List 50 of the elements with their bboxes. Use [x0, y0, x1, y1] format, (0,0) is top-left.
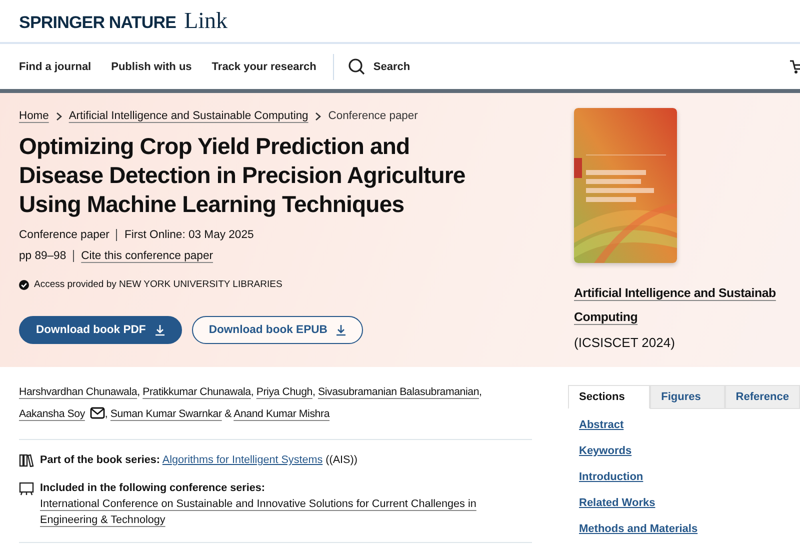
publication-date: First Online: 03 May 2025	[124, 228, 254, 240]
tab[interactable]: Figures	[650, 385, 725, 409]
chevron-icon	[56, 112, 62, 120]
breadcrumb-current: Conference paper	[328, 110, 418, 122]
download-button[interactable]: Download book PDF	[19, 316, 182, 344]
mail-icon[interactable]	[90, 407, 105, 419]
download-icon	[336, 324, 346, 336]
tab[interactable]: Reference	[724, 385, 800, 409]
download-icon	[154, 324, 165, 336]
conference-acronym: (ICSISCET 2024)	[574, 335, 676, 350]
section-link[interactable]: Keywords	[579, 443, 632, 460]
book-title-link[interactable]: Artificial Intelligence and Sustainab	[574, 283, 776, 303]
section-link[interactable]: Methods and Materials	[579, 521, 698, 538]
section-link[interactable]: Related Works	[579, 495, 656, 512]
author-link[interactable]: Priya Chugh	[256, 386, 312, 398]
access-note: Access provided by NEW YORK UNIVERSITY LIBRARIES	[34, 279, 282, 290]
breadcrumb-link[interactable]: Home	[19, 110, 49, 122]
author-link[interactable]: Harshvardhan Chunawala	[19, 386, 138, 398]
content-type: Conference paper	[19, 228, 110, 240]
download-button[interactable]: Download book EPUB	[192, 316, 364, 344]
presentation-icon	[19, 482, 34, 496]
check-icon	[19, 280, 29, 290]
book-series-info: Part of the book series: Algorithms for Intelligent Systems ((AIS))	[40, 453, 358, 468]
author-list: Harshvardhan Chunawala, Pratikkumar Chunawala, Priya Chugh, Sivasubramanian Balasubramanian, Aakansha Soy , Suman Kumar Swarnkar & Anand Kumar Mishra	[19, 381, 532, 425]
author-link[interactable]: Aakansha Soy	[19, 408, 85, 420]
brand-product-name: Link	[184, 8, 228, 34]
book-title-link[interactable]: Computing	[574, 307, 638, 327]
brand-logo[interactable]: SPRINGER NATURE	[19, 13, 176, 33]
author-link[interactable]: Suman Kumar Swarnkar	[110, 408, 222, 420]
cart-icon[interactable]	[790, 59, 800, 75]
author-link[interactable]: Anand Kumar Mishra	[234, 408, 330, 420]
conference-series-label: Included in the following conference series:	[40, 481, 266, 496]
search-button[interactable]: Search	[348, 58, 410, 75]
books-icon	[19, 454, 34, 467]
section-link[interactable]: Introduction	[579, 469, 644, 486]
nav-link[interactable]: Track your research	[212, 60, 316, 72]
page-range: pp 89–98	[19, 250, 66, 262]
conference-series-link[interactable]: International Conference on Sustainable and Innovative Solutions for Current Challenges in Engineering & Technology	[40, 496, 532, 528]
cite-link[interactable]: Cite this conference paper	[81, 250, 213, 262]
breadcrumb-link[interactable]: Artificial Intelligence and Sustainable Computing	[68, 110, 308, 122]
author-link[interactable]: Sivasubramanian Balasubramanian	[318, 386, 480, 398]
article-title: Optimizing Crop Yield Prediction and Disease Detection in Precision Agriculture Using Machine Learning Techniques	[19, 132, 466, 219]
chevron-icon	[315, 112, 322, 120]
search-icon	[348, 58, 366, 75]
book-series-link[interactable]: Algorithms for Intelligent Systems	[162, 454, 323, 466]
section-link[interactable]: Abstract	[579, 417, 624, 434]
nav-link[interactable]: Publish with us	[111, 60, 192, 72]
tab[interactable]: Sections	[568, 385, 650, 409]
nav-link[interactable]: Find a journal	[19, 60, 92, 72]
author-link[interactable]: Pratikkumar Chunawala	[142, 386, 251, 398]
